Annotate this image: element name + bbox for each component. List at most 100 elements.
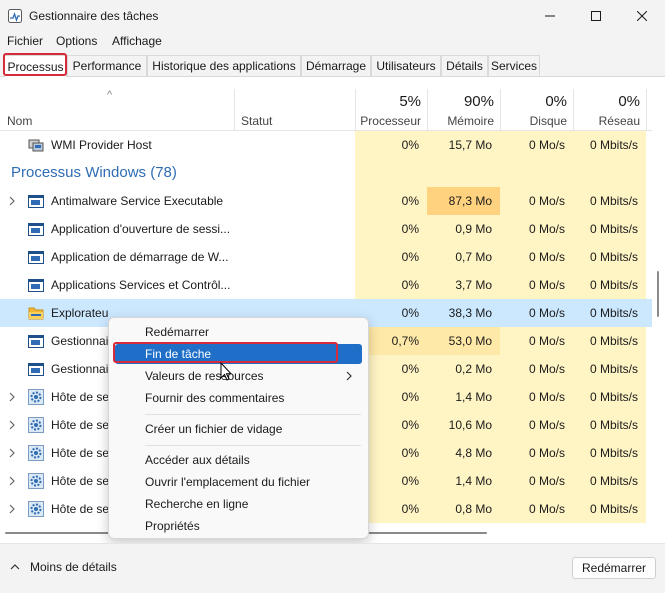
vertical-scrollbar[interactable] — [652, 89, 665, 537]
context-menu-item[interactable]: Ouvrir l'emplacement du fichier — [115, 472, 362, 492]
table-row[interactable]: Application de démarrage de W... 0% 0,7 Mo… — [0, 243, 652, 271]
network-cell: 0 Mbits/s — [573, 187, 646, 215]
restart-button[interactable]: Redémarrer — [572, 557, 656, 579]
sort-ascending-icon: ^ — [107, 89, 113, 101]
menu-bar: Fichier Options Affichage — [0, 32, 665, 52]
network-cell: 0 Mbits/s — [573, 495, 646, 523]
service-window-icon — [28, 249, 44, 265]
memory-cell: 3,7 Mo — [427, 271, 500, 299]
tab-demarrage[interactable]: Démarrage — [301, 55, 371, 76]
tab-performance[interactable]: Performance — [67, 55, 147, 76]
network-cell: 0 Mbits/s — [573, 327, 646, 355]
chevron-right-icon[interactable] — [8, 501, 18, 517]
process-name: Hôte de se — [51, 446, 110, 460]
process-name: Gestionnai — [51, 362, 109, 376]
disk-cell: 0 Mo/s — [500, 439, 573, 467]
gear-icon — [28, 501, 44, 517]
maximize-button[interactable] — [573, 0, 619, 32]
cpu-cell: 0% — [355, 243, 427, 271]
vertical-scroll-thumb[interactable] — [657, 271, 659, 317]
minimize-button[interactable] — [527, 0, 573, 32]
service-window-icon — [28, 333, 44, 349]
context-menu-item[interactable]: Créer un fichier de vidage — [115, 419, 362, 439]
service-window-icon — [28, 277, 44, 293]
memory-cell: 0,8 Mo — [427, 495, 500, 523]
empty-cell — [355, 159, 427, 187]
footer-bar: Moins de détails Redémarrer — [0, 543, 665, 593]
table-row[interactable]: Application d'ouverture de sessi... 0% 0,9… — [0, 215, 652, 243]
context-menu-item[interactable]: Redémarrer — [115, 322, 362, 342]
process-name: Applications Services et Contrôl... — [51, 278, 231, 292]
menu-affichage[interactable]: Affichage — [112, 34, 162, 48]
disk-cell: 0 Mo/s — [500, 495, 573, 523]
chevron-right-icon[interactable] — [8, 473, 18, 489]
column-network[interactable]: Réseau — [573, 114, 640, 128]
service-window-icon — [28, 221, 44, 237]
chevron-right-icon[interactable] — [8, 193, 18, 209]
tab-details[interactable]: Détails — [441, 55, 488, 76]
column-cpu[interactable]: Processeur — [355, 114, 421, 128]
gear-icon — [28, 389, 44, 405]
column-disk[interactable]: Disque — [500, 114, 567, 128]
context-menu-item[interactable]: Accéder aux détails — [115, 450, 362, 470]
network-cell: 0 Mbits/s — [573, 271, 646, 299]
network-cell: 0 Mbits/s — [573, 411, 646, 439]
table-row[interactable]: WMI Provider Host 0% 15,7 Mo 0 Mo/s 0 Mbits/… — [0, 131, 652, 159]
network-cell: 0 Mbits/s — [573, 383, 646, 411]
memory-cell: 1,4 Mo — [427, 467, 500, 495]
disk-cell: 0 Mo/s — [500, 299, 573, 327]
close-icon — [637, 11, 647, 21]
memory-cell: 0,2 Mo — [427, 355, 500, 383]
process-name: Explorateu — [51, 306, 109, 320]
menu-separator — [145, 414, 361, 415]
column-status[interactable]: Statut — [241, 114, 272, 128]
service-window-icon — [28, 361, 44, 377]
column-name[interactable]: Nom — [7, 114, 32, 128]
cpu-cell: 0% — [355, 215, 427, 243]
process-name: Gestionnai — [51, 334, 109, 348]
chevron-up-icon — [10, 564, 20, 570]
tab-historique[interactable]: Historique des applications — [147, 55, 301, 76]
context-menu: Redémarrer Fin de tâche Valeurs de ressour… — [108, 317, 369, 539]
column-memory[interactable]: Mémoire — [427, 114, 494, 128]
menu-fichier[interactable]: Fichier — [7, 34, 43, 48]
less-details-label: Moins de détails — [30, 560, 117, 574]
network-cell: 0 Mbits/s — [573, 467, 646, 495]
network-cell: 0 Mbits/s — [573, 439, 646, 467]
process-name: WMI Provider Host — [51, 138, 152, 152]
less-details-toggle[interactable]: Moins de détails — [10, 560, 117, 574]
chevron-right-icon[interactable] — [8, 417, 18, 433]
tab-utilisateurs[interactable]: Utilisateurs — [371, 55, 441, 76]
tab-services[interactable]: Services — [488, 55, 540, 76]
context-menu-item[interactable]: Valeurs de ressources — [115, 366, 362, 386]
menu-separator — [145, 445, 361, 446]
disk-cell: 0 Mo/s — [500, 383, 573, 411]
cpu-cell: 0% — [355, 271, 427, 299]
disk-cell: 0 Mo/s — [500, 467, 573, 495]
disk-cell: 0 Mo/s — [500, 187, 573, 215]
tab-bar: Processus Performance Historique des app… — [0, 52, 665, 77]
memory-cell: 0,9 Mo — [427, 215, 500, 243]
network-cell: 0 Mbits/s — [573, 131, 646, 159]
menu-options[interactable]: Options — [56, 34, 97, 48]
chevron-right-icon[interactable] — [8, 445, 18, 461]
context-menu-item[interactable]: Recherche en ligne — [115, 494, 362, 514]
context-menu-item[interactable]: Fournir des commentaires — [115, 388, 362, 408]
memory-cell: 10,6 Mo — [427, 411, 500, 439]
close-button[interactable] — [619, 0, 665, 32]
disk-cell: 0 Mo/s — [500, 411, 573, 439]
process-name: Hôte de se — [51, 390, 110, 404]
context-menu-item-label: Fin de tâche — [145, 347, 212, 361]
group-label: Processus Windows (78) — [11, 164, 177, 181]
process-name: Application d'ouverture de sessi... — [51, 222, 231, 236]
table-row[interactable]: Antimalware Service Executable 0% 87,3 Mo 0… — [0, 187, 652, 215]
chevron-right-icon[interactable] — [8, 389, 18, 405]
context-menu-item[interactable]: Propriétés — [115, 516, 362, 536]
context-menu-item[interactable]: Fin de tâche — [115, 344, 362, 364]
disk-total-percent: 0% — [545, 93, 567, 110]
table-row[interactable]: Applications Services et Contrôl... 0% 3,7… — [0, 271, 652, 299]
gear-icon — [28, 445, 44, 461]
context-menu-item-label: Créer un fichier de vidage — [145, 422, 283, 436]
memory-cell: 53,0 Mo — [427, 327, 500, 355]
tab-processus[interactable]: Processus — [4, 55, 67, 77]
